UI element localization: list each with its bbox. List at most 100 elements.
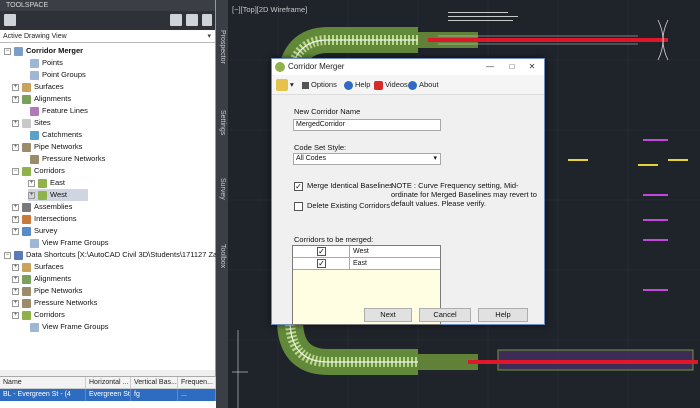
tree-item-sites[interactable]: + Sites [12, 117, 51, 129]
tree-item-surfaces[interactable]: + Surfaces [12, 81, 64, 93]
expand-icon[interactable]: + [12, 311, 19, 319]
table-row[interactable]: ✓ East [293, 258, 440, 270]
table-row[interactable]: BL - Evergreen St - (4 Evergreen St fg .… [0, 389, 216, 401]
tree-item-intersections[interactable]: + Intersections [12, 213, 77, 225]
column-header-name[interactable]: Name [0, 377, 86, 388]
collapse-icon[interactable]: − [4, 251, 11, 259]
tree-item-catchments[interactable]: Catchments [20, 129, 82, 141]
help-button[interactable]: Help [478, 308, 528, 322]
tree-item-point-groups[interactable]: Point Groups [20, 69, 86, 81]
tree-item-ds-corridors[interactable]: + Corridors [12, 309, 65, 321]
close-icon[interactable]: ✕ [522, 59, 542, 75]
row-check-east[interactable]: ✓ [317, 259, 326, 268]
tree-node-icon [30, 322, 39, 332]
tree-item-ds-surfaces[interactable]: + Surfaces [12, 261, 64, 273]
tree-item-east[interactable]: + East [28, 177, 65, 189]
maximize-icon[interactable]: □ [502, 59, 522, 75]
tree-item-ds-pipe-networks[interactable]: + Pipe Networks [12, 285, 82, 297]
expand-icon[interactable]: + [28, 179, 35, 187]
tree-node-icon [30, 238, 39, 248]
item-view-icon[interactable] [170, 14, 182, 26]
tree-item-pressure-networks[interactable]: Pressure Networks [20, 153, 105, 165]
expand-icon[interactable]: + [12, 275, 19, 283]
expand-icon[interactable]: + [12, 227, 19, 235]
help-toolbar-button[interactable]: Help [344, 79, 370, 91]
tree-node-label: Catchments [42, 130, 83, 139]
tree-item-corridors[interactable]: − Corridors [12, 165, 65, 177]
options-label: Options [311, 80, 337, 89]
column-header-horizontal[interactable]: Horizontal ... [86, 377, 131, 388]
tree-item-survey[interactable]: + Survey [12, 225, 57, 237]
merge-baselines-checkbox[interactable]: ✓ Merge Identical Baselines [294, 181, 393, 191]
tree-node-icon [30, 154, 39, 164]
prospector-tree: − Corridor Merger Points Point Groups + Surfa… [0, 43, 234, 370]
collapse-icon[interactable]: − [12, 167, 19, 175]
expand-icon[interactable]: + [12, 95, 19, 103]
tree-node-icon [30, 58, 39, 68]
toolspace-menu-icon[interactable] [4, 14, 16, 26]
code-set-label: Code Set Style: [294, 143, 347, 152]
tree-node-label: Alignments [34, 274, 72, 283]
expand-icon[interactable]: + [12, 263, 19, 271]
expand-icon[interactable]: + [12, 83, 19, 91]
tree-root-corridor-merger[interactable]: − Corridor Merger [4, 45, 83, 57]
tree-item-feature-lines[interactable]: Feature Lines [20, 105, 88, 117]
tree-item-ds-view-frame-groups[interactable]: View Frame Groups [20, 321, 109, 333]
tree-node-label: Point Groups [42, 70, 86, 79]
toolspace-panel: TOOLSPACE Active Drawing View ▾ − Corrido… [0, 0, 234, 408]
tree-item-west[interactable]: + West [28, 189, 88, 201]
tree-node-icon [30, 130, 39, 140]
chevron-down-icon: ▾ [433, 155, 437, 162]
tree-item-alignments[interactable]: + Alignments [12, 93, 71, 105]
logo-menu-button[interactable]: ▾ [276, 79, 294, 92]
dialog-titlebar[interactable]: Corridor Merger — □ ✕ [272, 59, 544, 75]
videos-button[interactable]: Videos [374, 79, 408, 91]
expand-icon[interactable]: + [28, 191, 35, 199]
collapse-icon[interactable]: − [4, 47, 11, 55]
code-set-select[interactable]: All Codes ▾ [293, 153, 441, 165]
expand-icon[interactable]: + [12, 119, 19, 127]
expand-icon[interactable]: + [12, 203, 19, 211]
next-button[interactable]: Next [364, 308, 412, 322]
cancel-button[interactable]: Cancel [419, 308, 471, 322]
expand-icon[interactable]: + [12, 299, 19, 307]
tree-node-label: West [50, 190, 67, 199]
tree-item-view-frame-groups[interactable]: View Frame Groups [20, 237, 109, 249]
viewport-controls[interactable]: [−][Top][2D Wireframe] [232, 5, 307, 14]
row-check-west[interactable]: ✓ [317, 247, 326, 256]
help-icon[interactable] [202, 14, 212, 26]
tree-item-ds-alignments[interactable]: + Alignments [12, 273, 71, 285]
options-button[interactable]: Options [302, 79, 337, 91]
panel-toggle-icon[interactable] [186, 14, 198, 26]
code-set-value: All Codes [296, 155, 326, 162]
tree-root-data-shortcuts[interactable]: − Data Shortcuts [X:\AutoCAD Civil 3D\Stu… [4, 249, 234, 261]
delete-corridors-checkbox[interactable]: Delete Existing Corridors [294, 201, 390, 211]
tree-node-label: Pipe Networks [34, 142, 83, 151]
tree-item-pipe-networks[interactable]: + Pipe Networks [12, 141, 82, 153]
cell-frequency[interactable]: ... [178, 389, 216, 401]
expand-icon[interactable]: + [12, 287, 19, 295]
tree-node-icon [14, 250, 23, 260]
tree-node-icon [22, 202, 31, 212]
about-button[interactable]: About [408, 79, 439, 91]
corridors-label: Corridors to be merged: [294, 235, 374, 244]
new-name-field[interactable]: MergedCorridor [293, 119, 441, 131]
tree-item-assemblies[interactable]: + Assemblies [12, 201, 72, 213]
info-icon [408, 80, 417, 90]
corridor-name: West [353, 248, 369, 255]
tree-node-icon [22, 118, 31, 128]
expand-icon[interactable]: + [12, 215, 19, 223]
minimize-icon[interactable]: — [480, 59, 500, 75]
column-header-vertical[interactable]: Vertical Bas... [131, 377, 178, 388]
view-dropdown[interactable]: Active Drawing View ▾ [0, 30, 215, 43]
tree-node-label: Survey [34, 226, 58, 235]
tree-item-ds-pressure-networks[interactable]: + Pressure Networks [12, 297, 97, 309]
table-row[interactable]: ✓ West [293, 246, 440, 258]
tree-item-points[interactable]: Points [20, 57, 63, 69]
new-name-label: New Corridor Name [294, 107, 361, 116]
expand-icon[interactable]: + [12, 143, 19, 151]
tree-node-icon [30, 106, 39, 116]
tree-node-icon [22, 274, 31, 284]
item-list-header: Name Horizontal ... Vertical Bas... Freq… [0, 377, 216, 389]
column-header-frequency[interactable]: Frequen... [178, 377, 216, 388]
